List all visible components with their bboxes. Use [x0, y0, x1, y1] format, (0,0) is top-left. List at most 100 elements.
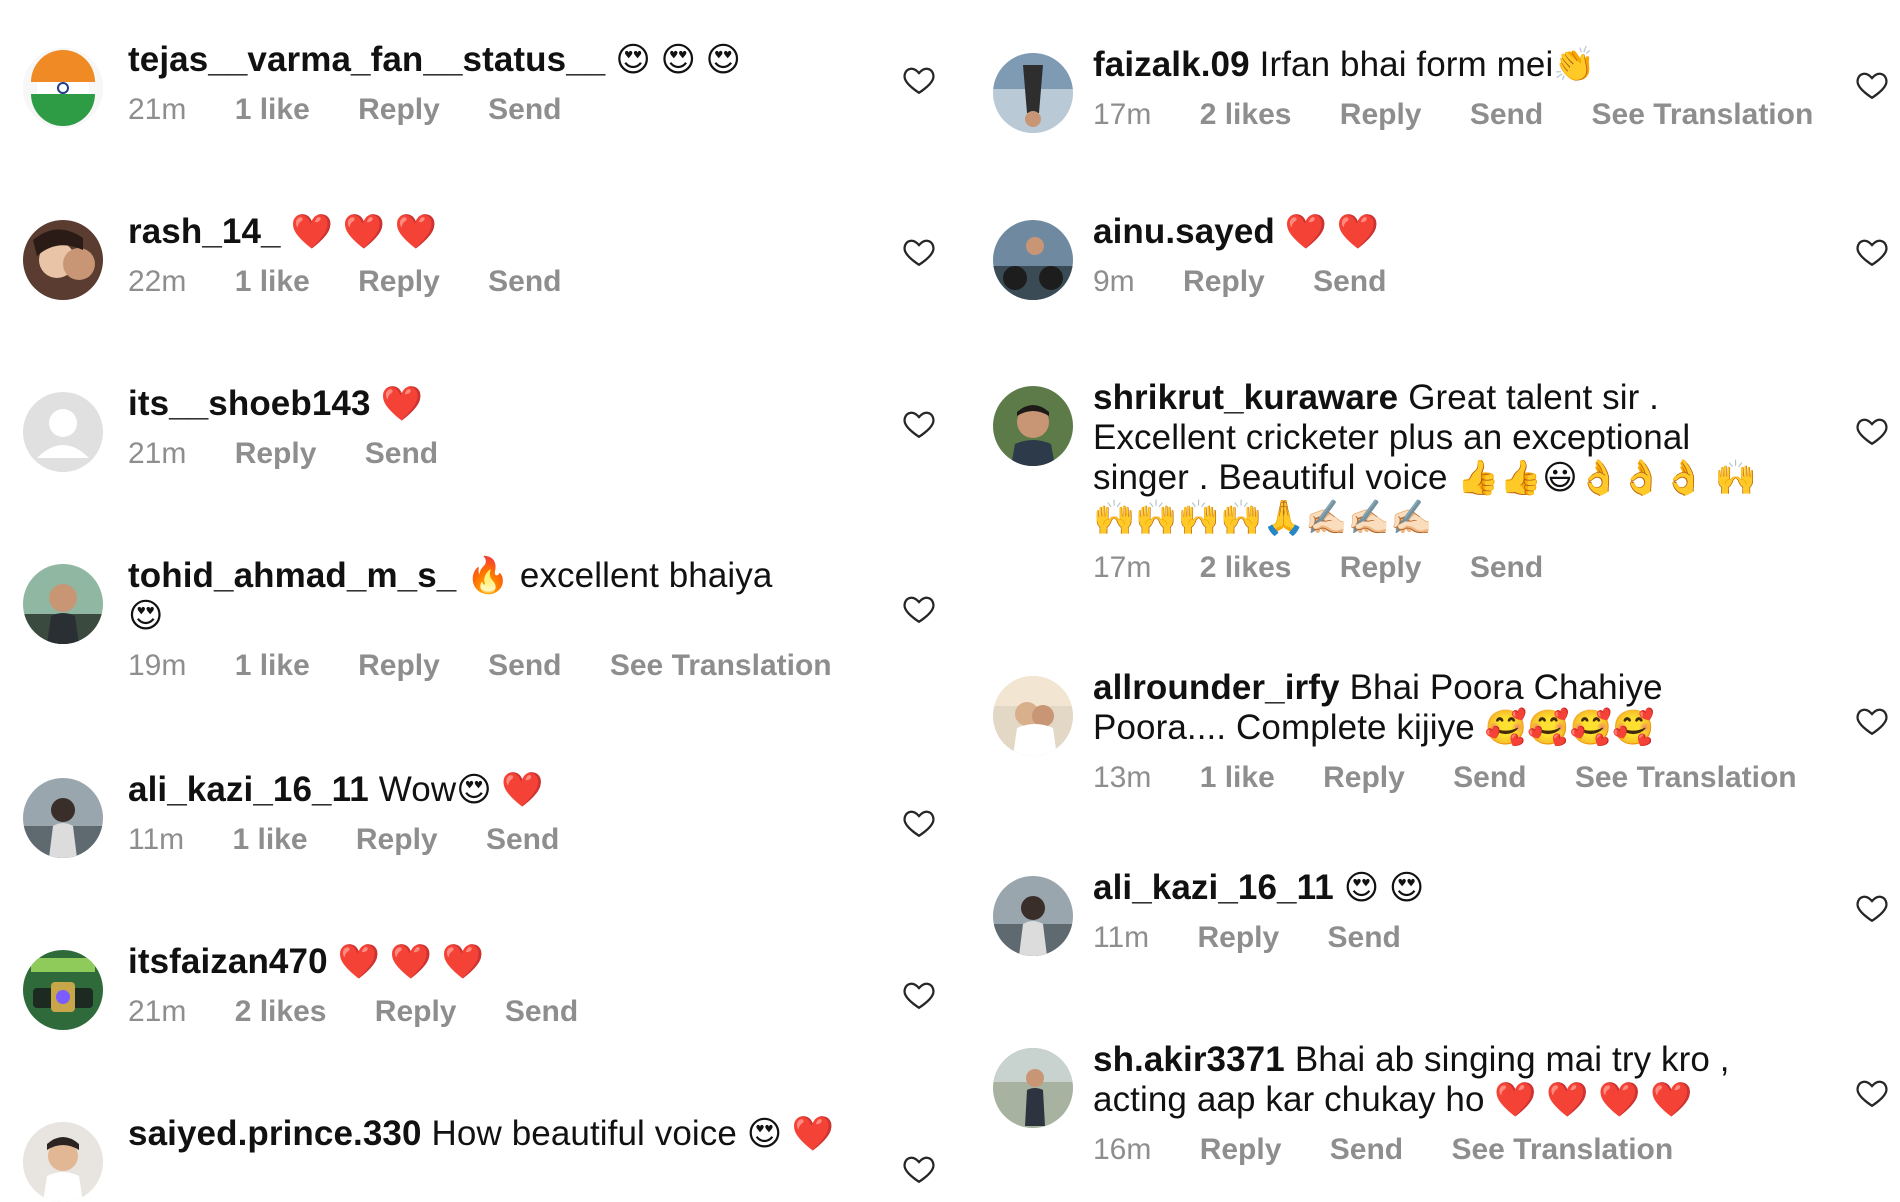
likes-count[interactable]: 2 likes	[1200, 98, 1292, 131]
like-heart-icon[interactable]	[902, 63, 936, 97]
comment-time: 22m	[128, 265, 187, 298]
reply-button[interactable]: Reply	[1197, 921, 1279, 954]
send-button[interactable]: Send	[488, 649, 561, 682]
send-button[interactable]: Send	[486, 823, 559, 856]
emoji-reaction: ❤️ ❤️ ❤️	[337, 943, 485, 981]
like-heart-icon[interactable]	[902, 806, 936, 840]
like-heart-icon[interactable]	[1855, 68, 1889, 102]
emoji-reaction: 👏	[1553, 46, 1596, 84]
emoji-reaction: 🥰🥰🥰🥰	[1484, 709, 1655, 747]
avatar[interactable]	[993, 1048, 1073, 1128]
send-button[interactable]: Send	[1470, 551, 1543, 584]
emoji-reaction: ❤️ ❤️ ❤️	[290, 213, 437, 251]
emoji-reaction: ❤️ ❤️ ❤️ ❤️	[1494, 1081, 1693, 1119]
comment-time: 21m	[128, 93, 187, 126]
reply-button[interactable]: Reply	[358, 93, 440, 126]
avatar[interactable]	[23, 48, 103, 128]
emoji-reaction: 😍 😍 😍	[615, 41, 742, 79]
avatar[interactable]	[23, 564, 103, 644]
likes-count[interactable]: 1 like	[235, 649, 310, 682]
comment-time: 19m	[128, 649, 187, 682]
like-heart-icon[interactable]	[1855, 891, 1889, 925]
comment-time: 16m	[1093, 1133, 1152, 1166]
like-heart-icon[interactable]	[902, 1152, 936, 1186]
see-translation-button[interactable]: See Translation	[1451, 1133, 1673, 1166]
send-button[interactable]: Send	[365, 437, 438, 470]
comment-time: 11m	[128, 823, 185, 856]
emoji-reaction: 😍	[128, 597, 164, 635]
reply-button[interactable]: Reply	[356, 823, 438, 856]
like-heart-icon[interactable]	[1855, 235, 1889, 269]
likes-count[interactable]: 1 like	[232, 823, 307, 856]
reply-button[interactable]: Reply	[1183, 265, 1265, 298]
comment-time: 11m	[1093, 921, 1150, 954]
comment-username[interactable]: tohid_ahmad_m_s_	[128, 556, 456, 595]
see-translation-button[interactable]: See Translation	[1592, 98, 1814, 131]
avatar[interactable]	[993, 53, 1073, 133]
comment-username[interactable]: its__shoeb143	[128, 384, 371, 423]
likes-count[interactable]: 2 likes	[235, 995, 327, 1028]
comment-text: 🔥 excellent bhaiya	[466, 556, 773, 595]
see-translation-button[interactable]: See Translation	[1575, 761, 1797, 794]
like-heart-icon[interactable]	[1855, 1076, 1889, 1110]
comment-username[interactable]: saiyed.prince.330	[128, 1114, 422, 1153]
comment-username[interactable]: tejas__varma_fan__status__	[128, 40, 605, 79]
comment-username[interactable]: sh.akir3371	[1093, 1040, 1285, 1079]
send-button[interactable]: Send	[505, 995, 578, 1028]
avatar[interactable]	[23, 950, 103, 1030]
send-button[interactable]: Send	[1313, 265, 1386, 298]
reply-button[interactable]: Reply	[235, 437, 317, 470]
avatar[interactable]	[23, 1122, 103, 1202]
like-heart-icon[interactable]	[1855, 704, 1889, 738]
reply-button[interactable]: Reply	[1323, 761, 1405, 794]
comment-time: 21m	[128, 437, 187, 470]
comment-text: Wow	[378, 770, 457, 809]
send-button[interactable]: Send	[488, 265, 561, 298]
send-button[interactable]: Send	[1470, 98, 1543, 131]
reply-button[interactable]: Reply	[358, 649, 440, 682]
send-button[interactable]: Send	[1328, 921, 1401, 954]
comment-text: Irfan bhai form mei	[1259, 45, 1554, 84]
reply-button[interactable]: Reply	[1200, 1133, 1282, 1166]
comment-time: 21m	[128, 995, 187, 1028]
like-heart-icon[interactable]	[902, 407, 936, 441]
avatar[interactable]	[993, 386, 1073, 466]
comment-text: How beautiful voice	[431, 1114, 737, 1153]
comment-username[interactable]: ainu.sayed	[1093, 212, 1275, 251]
avatar[interactable]	[993, 676, 1073, 756]
avatar[interactable]	[23, 220, 103, 300]
like-heart-icon[interactable]	[902, 978, 936, 1012]
likes-count[interactable]: 1 like	[235, 265, 310, 298]
like-heart-icon[interactable]	[1855, 414, 1889, 448]
comment-time: 9m	[1093, 265, 1135, 298]
avatar[interactable]	[993, 220, 1073, 300]
send-button[interactable]: Send	[1330, 1133, 1403, 1166]
emoji-reaction: 😍 ❤️	[746, 1115, 835, 1153]
emoji-reaction: ❤️	[380, 385, 423, 423]
comment-username[interactable]: ali_kazi_16_11	[1093, 868, 1334, 907]
likes-count[interactable]: 1 like	[235, 93, 310, 126]
like-heart-icon[interactable]	[902, 235, 936, 269]
comment-username[interactable]: allrounder_irfy	[1093, 668, 1340, 707]
emoji-reaction: 😍 ❤️	[456, 771, 544, 809]
comment-username[interactable]: faizalk.09	[1093, 45, 1250, 84]
reply-button[interactable]: Reply	[358, 265, 440, 298]
emoji-reaction: ❤️ ❤️	[1284, 213, 1380, 251]
avatar[interactable]	[23, 778, 103, 858]
reply-button[interactable]: Reply	[1340, 551, 1422, 584]
comment-username[interactable]: shrikrut_kuraware	[1093, 378, 1398, 417]
see-translation-button[interactable]: See Translation	[610, 649, 832, 682]
likes-count[interactable]: 2 likes	[1200, 551, 1292, 584]
comment-username[interactable]: rash_14_	[128, 212, 281, 251]
avatar[interactable]	[993, 876, 1073, 956]
like-heart-icon[interactable]	[902, 592, 936, 626]
reply-button[interactable]: Reply	[1340, 98, 1422, 131]
comment-time: 17m	[1093, 551, 1152, 584]
reply-button[interactable]: Reply	[375, 995, 457, 1028]
comment-username[interactable]: itsfaizan470	[128, 942, 328, 981]
likes-count[interactable]: 1 like	[1200, 761, 1275, 794]
avatar-placeholder[interactable]	[23, 392, 103, 472]
comment-username[interactable]: ali_kazi_16_11	[128, 770, 369, 809]
send-button[interactable]: Send	[1453, 761, 1526, 794]
send-button[interactable]: Send	[488, 93, 561, 126]
